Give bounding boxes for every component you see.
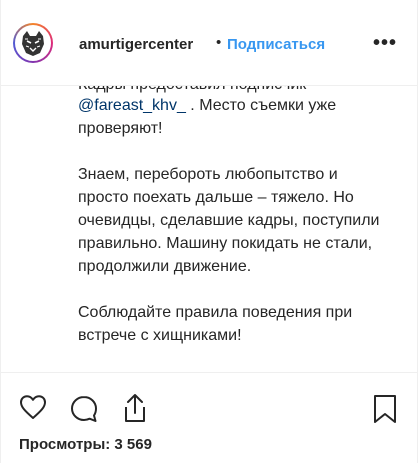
caption-paragraph-1: @fareast_khv_ . Место съемки уже проверя… [78,94,388,140]
avatar-image [15,25,51,61]
mention-link[interactable]: @fareast_khv_ [78,97,186,114]
post-actions: Просмотры: 3 569 [1,372,417,463]
comment-icon[interactable] [69,394,99,424]
post-caption: Кадры предоставил подписчик @fareast_khv… [1,86,417,372]
username-link[interactable]: amurtigercenter [79,36,193,53]
instagram-post: amurtigercenter • Подписаться ••• Кадры … [0,0,418,463]
follow-button[interactable]: Подписаться [227,36,325,53]
caption-text: @fareast_khv_ . Место съемки уже проверя… [78,94,388,370]
caption-paragraph-3: Соблюдайте правила поведения при встрече… [78,304,353,344]
tiger-logo-icon [22,31,44,56]
post-header: amurtigercenter • Подписаться ••• [1,0,417,86]
caption-cut-line: Кадры предоставил подписчик [78,86,306,94]
more-options-icon[interactable]: ••• [373,32,397,55]
separator-dot: • [216,34,222,51]
bookmark-icon[interactable] [371,393,399,425]
avatar[interactable] [13,23,53,63]
heart-icon[interactable] [19,394,47,420]
caption-paragraph-2: Знаем, перебороть любопытство и просто п… [78,166,380,275]
views-count[interactable]: Просмотры: 3 569 [19,436,152,453]
share-icon[interactable] [120,392,150,424]
